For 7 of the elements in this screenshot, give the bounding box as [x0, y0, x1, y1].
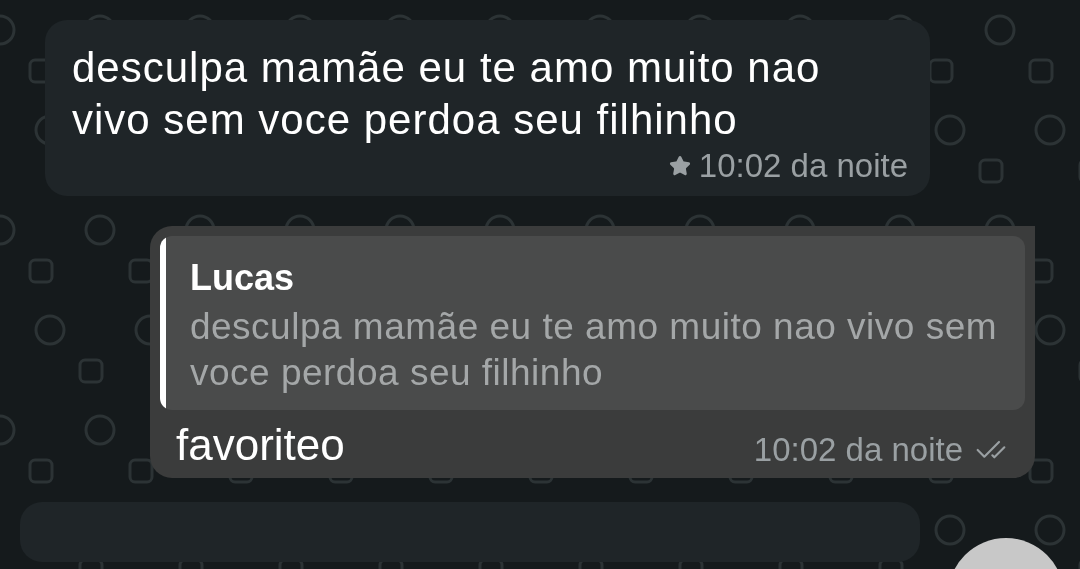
- message-text: desculpa mamãe eu te amo muito nao vivo sem voce perdoa seu filhinho: [72, 43, 822, 145]
- quoted-message[interactable]: Lucas desculpa mamãe eu te amo muito nao vivo sem voce perdoa seu filhinho: [160, 236, 1025, 410]
- quote-text: desculpa mamãe eu te amo muito nao vivo sem voce perdoa seu filhinho: [189, 305, 999, 395]
- quote-author: Lucas: [189, 256, 295, 300]
- message-time: 10:02 da noite: [698, 146, 908, 186]
- message-time: 10:02 da noite: [753, 430, 963, 470]
- message-text: favoriteo: [176, 420, 345, 470]
